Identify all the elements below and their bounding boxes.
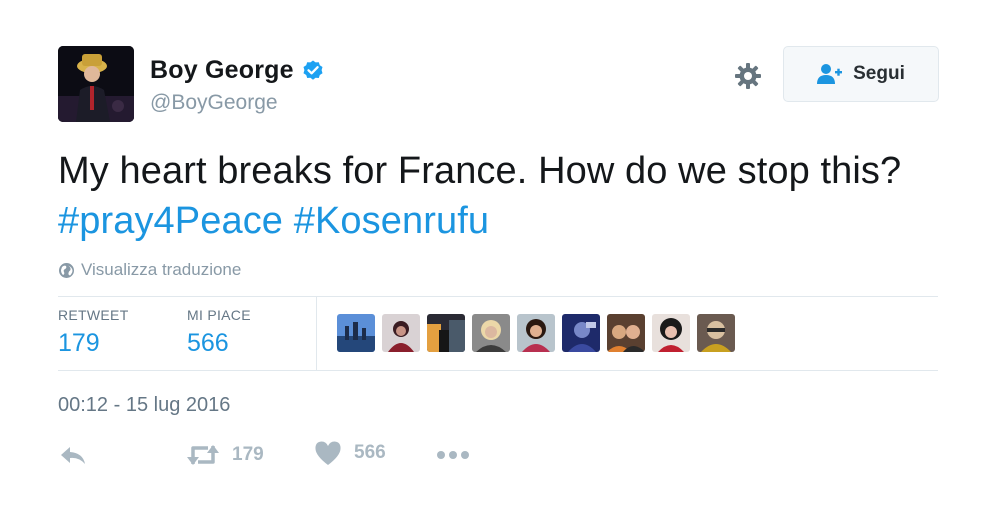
retweet-button[interactable]: 179 [186, 440, 264, 470]
likers-avatar-list [337, 314, 742, 352]
like-count: 566 [354, 442, 386, 463]
divider [58, 370, 938, 371]
liker-avatar[interactable] [697, 314, 735, 352]
divider [316, 297, 317, 370]
retweet-stat-value: 179 [58, 329, 100, 357]
like-stat-value: 566 [187, 329, 229, 357]
tweet-text: My heart breaks for France. How do we st… [58, 146, 938, 246]
tweet-card: Boy George @BoyGeorge Segui My heart bre… [0, 0, 1000, 515]
retweet-stat[interactable]: RETWEET 179 [58, 307, 129, 358]
more-icon [436, 444, 470, 466]
tweet-timestamp[interactable]: 00:12 - 15 lug 2016 [58, 394, 230, 417]
hashtag-link[interactable]: #pray4Peace [58, 200, 283, 242]
divider [58, 296, 938, 297]
user-handle[interactable]: @BoyGeorge [150, 91, 278, 115]
hashtag-link[interactable]: #Kosenrufu [294, 200, 489, 242]
reply-button[interactable] [58, 440, 88, 470]
follow-button[interactable]: Segui [783, 46, 939, 102]
tweet-text-body: My heart breaks for France. How do we st… [58, 150, 902, 192]
like-button[interactable]: 566 [314, 440, 386, 466]
follow-button-label: Segui [853, 63, 905, 84]
verified-badge-icon [301, 59, 325, 83]
retweet-stat-label: RETWEET [58, 307, 129, 323]
avatar[interactable] [58, 46, 134, 122]
reply-icon [58, 440, 88, 470]
liker-avatar[interactable] [652, 314, 690, 352]
liker-avatar[interactable] [382, 314, 420, 352]
gear-icon[interactable] [733, 61, 763, 91]
liker-avatar[interactable] [562, 314, 600, 352]
more-button[interactable] [436, 444, 470, 466]
translate-label: Visualizza traduzione [81, 260, 242, 279]
tweet-actions: 179 566 [58, 440, 498, 472]
retweet-count: 179 [232, 444, 264, 465]
like-stat-label: MI PIACE [187, 307, 251, 323]
user-name-row[interactable]: Boy George [150, 56, 325, 85]
globe-icon [58, 262, 75, 279]
liker-avatar[interactable] [517, 314, 555, 352]
display-name[interactable]: Boy George [150, 56, 294, 85]
like-stat[interactable]: MI PIACE 566 [187, 307, 251, 358]
liker-avatar[interactable] [472, 314, 510, 352]
liker-avatar[interactable] [607, 314, 645, 352]
liker-avatar[interactable] [337, 314, 375, 352]
add-user-icon [817, 63, 843, 85]
translate-link[interactable]: Visualizza traduzione [58, 260, 241, 280]
retweet-icon [186, 440, 220, 470]
liker-avatar[interactable] [427, 314, 465, 352]
heart-icon [314, 440, 342, 466]
